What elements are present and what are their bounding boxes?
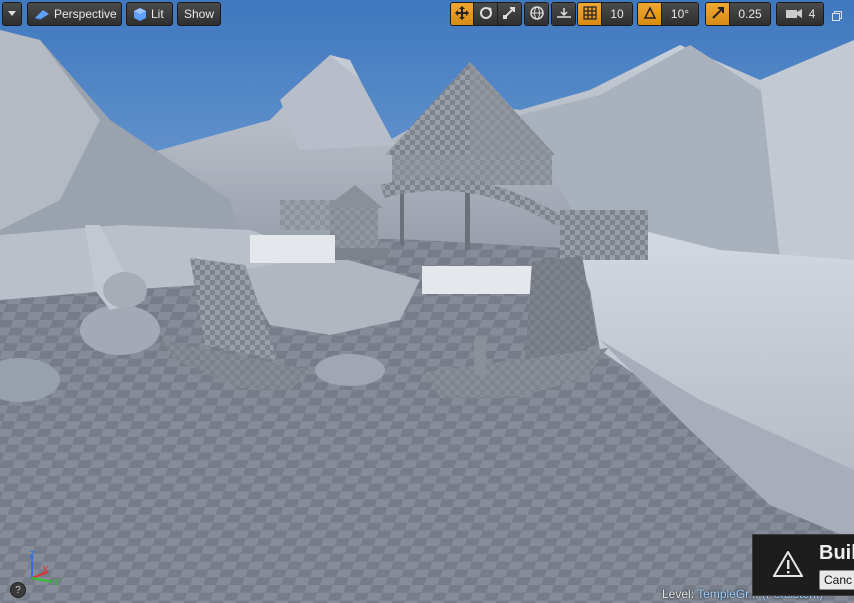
world-space-toggle[interactable] [525, 3, 548, 25]
angle-icon [643, 5, 657, 23]
surface-snap-icon [556, 6, 572, 23]
warning-icon [772, 550, 804, 582]
viewport-options-button[interactable] [2, 2, 22, 26]
grid-icon [582, 5, 597, 23]
svg-text:Y: Y [53, 578, 60, 589]
rotate-icon [479, 6, 493, 23]
surface-snap-toggle[interactable] [552, 3, 575, 25]
svg-text:Z: Z [29, 550, 35, 561]
lit-button[interactable]: Lit [126, 2, 173, 26]
rotate-tool[interactable] [474, 3, 498, 25]
translate-tool[interactable] [451, 3, 475, 25]
level-prefix: Level: [662, 587, 695, 601]
camera-speed-value: 4 [808, 7, 816, 21]
surface-snap-button[interactable] [551, 2, 576, 26]
transform-tools [450, 2, 522, 26]
notification-title: Buil [819, 542, 854, 564]
rotation-snap-toggle[interactable] [638, 3, 662, 25]
scale-icon [502, 6, 516, 23]
build-notification: Buil Canc [752, 534, 854, 596]
show-label: Show [183, 7, 215, 21]
grid-snap-toggle[interactable] [578, 3, 602, 25]
coordinate-system-button[interactable] [524, 2, 549, 26]
rotation-snap-value[interactable]: 10° [662, 3, 698, 25]
chevron-down-icon [8, 11, 16, 17]
rotation-snap-value-text: 10° [670, 7, 690, 21]
svg-text:X: X [42, 565, 49, 576]
cube-icon [133, 7, 147, 21]
globe-icon [529, 5, 544, 23]
grid-snap-value[interactable]: 10 [602, 3, 632, 25]
level-viewport[interactable] [0, 0, 854, 603]
move-icon [455, 5, 470, 23]
scale-snap-group: 0.25 [705, 2, 771, 26]
show-button[interactable]: Show [177, 2, 221, 26]
scale-snap-value-text: 0.25 [738, 7, 762, 21]
camera-icon [785, 7, 803, 22]
scale-snap-icon [711, 6, 725, 23]
scale-snap-value[interactable]: 0.25 [730, 3, 770, 25]
perspective-icon [34, 8, 50, 20]
camera-speed-button[interactable]: 4 [776, 2, 824, 26]
view-mode-label: Perspective [54, 7, 117, 21]
maximize-icon[interactable] [832, 8, 842, 21]
scale-tool[interactable] [497, 3, 521, 25]
perspective-button[interactable]: Perspective [27, 2, 122, 26]
lighting-mode-label: Lit [151, 7, 164, 21]
help-icon[interactable]: ? [10, 582, 26, 598]
scale-snap-toggle[interactable] [706, 3, 730, 25]
camera-speed-toggle[interactable]: 4 [777, 3, 823, 25]
rotation-snap-group: 10° [637, 2, 699, 26]
cancel-build-button[interactable]: Canc [819, 570, 854, 590]
grid-snap-group: 10 [577, 2, 633, 26]
grid-snap-value-text: 10 [610, 7, 624, 21]
